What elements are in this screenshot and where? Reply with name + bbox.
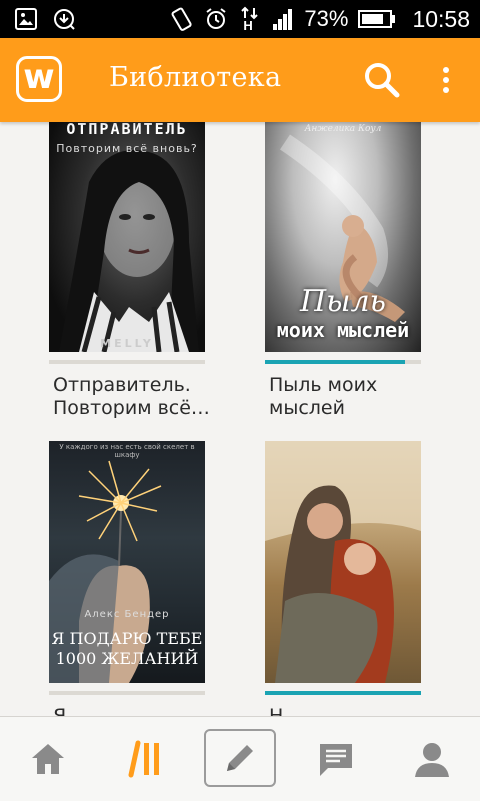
reading-progress [49,691,205,695]
book-cover[interactable]: ОТПРАВИТЕЛЬ Повторим всё вновь? MELLY [49,122,205,352]
search-icon[interactable] [362,60,402,100]
more-options-icon[interactable] [432,62,460,98]
cover-heading: ОТПРАВИТЕЛЬ [66,122,188,138]
library-grid: ОТПРАВИТЕЛЬ Повторим всё вновь? MELLY От… [0,122,480,716]
messages-icon [320,744,352,776]
cover-subheading: Повторим всё вновь? [56,142,198,155]
cover-art [265,441,421,683]
library-icon [128,740,159,778]
progress-fill [265,360,406,364]
book-cover[interactable]: У каждого из нас есть свой скелет в шкаф… [49,441,205,683]
book-card[interactable]: Н… [265,441,421,716]
reading-progress [265,691,421,695]
cover-tagline: У каждого из нас есть свой скелет в шкаф… [59,443,195,459]
book-cover[interactable] [265,441,421,683]
book-title[interactable]: Н… [269,705,449,716]
cover-title-line-1: Пыль [299,284,387,319]
page-title: Библиотека [109,62,282,93]
nav-library-button[interactable] [118,731,174,787]
cover-author: Анжелика Коул [304,124,382,134]
bottom-navigation [0,716,480,801]
reading-progress [265,360,421,364]
app-bar: w Библиотека [0,38,480,122]
network-icon: H [238,4,262,34]
battery-percent: 73% [304,6,349,31]
book-card[interactable]: У каждого из нас есть свой скелет в шкаф… [49,441,205,716]
book-title[interactable]: Пыль моих мыслей [269,374,449,420]
cover-art [59,150,199,352]
nav-home-button[interactable] [20,731,76,787]
app-logo-icon[interactable]: w [16,56,62,102]
nav-messages-button[interactable] [308,731,364,787]
profile-icon [415,743,449,777]
alarm-icon [206,8,226,29]
book-title[interactable]: Я… [53,705,233,716]
download-icon [54,9,75,30]
network-type-label: H [243,18,253,33]
cover-title-line-2: 1000 ЖЕЛАНИЙ [55,649,199,668]
clock: 10:58 [412,5,470,32]
book-card[interactable]: ОТПРАВИТЕЛЬ Повторим всё вновь? MELLY От… [49,122,210,422]
cover-title-line-1: Я ПОДАРЮ ТЕБЕ [51,629,203,648]
logo-letter: w [23,57,55,97]
progress-fill [265,691,421,695]
cover-title-line-2: моих мыслей [276,318,410,342]
signal-icon [273,9,293,30]
reading-progress [49,360,205,364]
cover-author: Алекс Бендер [84,609,170,620]
home-icon [32,744,64,774]
status-bar: H 73% 10:58 [0,0,480,38]
book-card[interactable]: Анжелика Коул Пыль моих мыслей Пыль моих… [265,122,421,422]
image-icon [15,8,37,30]
pencil-icon [227,745,253,771]
book-cover[interactable]: Анжелика Коул Пыль моих мыслей [265,122,421,352]
rotate-icon [171,7,192,31]
nav-profile-button[interactable] [404,731,460,787]
nav-write-button[interactable] [204,729,276,787]
battery-icon [358,10,396,28]
cover-author: MELLY [100,337,154,350]
book-title[interactable]: Отправитель. Повторим всё… [53,374,233,420]
